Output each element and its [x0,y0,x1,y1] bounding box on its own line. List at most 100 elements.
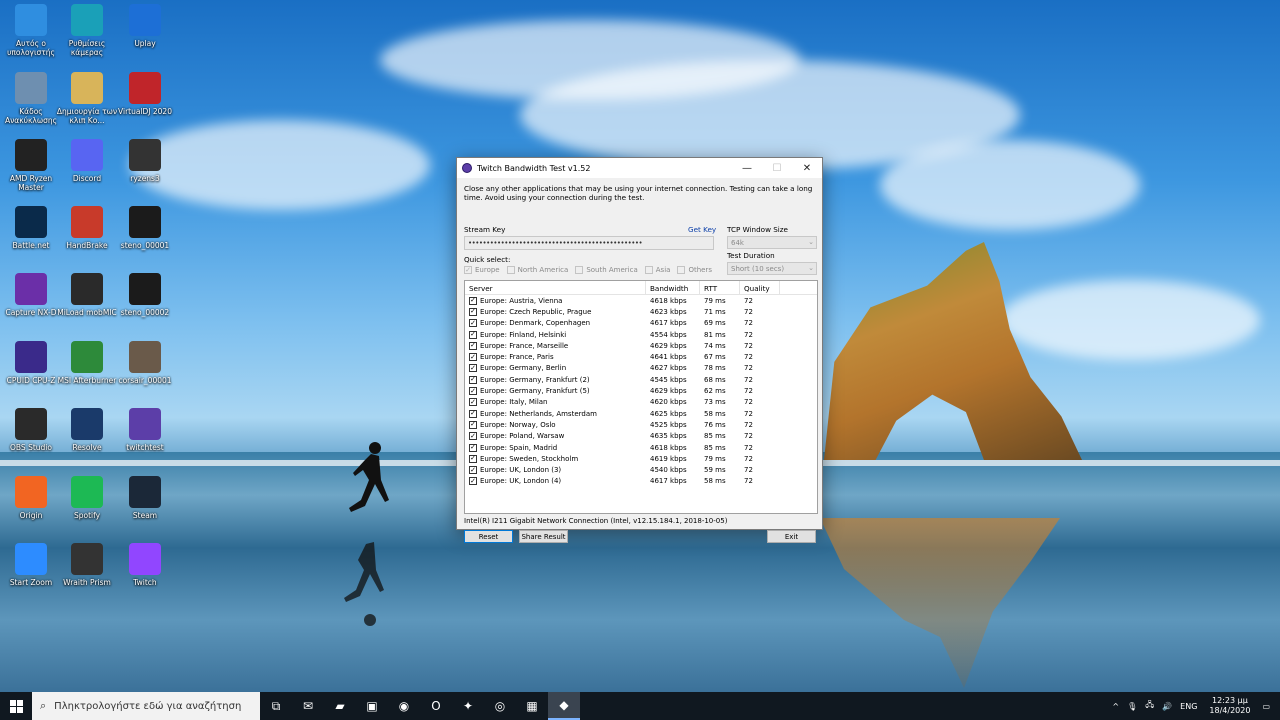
server-cell: ✓ Europe: Italy, Milan [465,398,646,407]
desktop-shortcut[interactable]: Twitch [114,543,176,587]
desktop-shortcut[interactable]: Κάδος Ανακύκλωσης [0,72,62,125]
desktop-shortcut[interactable]: MiLoad mobMIC [56,273,118,317]
server-cell: ✓ Europe: France, Paris [465,353,646,362]
server-checkbox[interactable]: ✓ [469,307,477,316]
table-row[interactable]: ✓ Europe: Germany, Frankfurt (2) 4545 kbps… [465,374,817,385]
table-row[interactable]: ✓ Europe: Denmark, Copenhagen 4617 kbps 69 … [465,318,817,329]
table-row[interactable]: ✓ Europe: Poland, Warsaw 4635 kbps 85 ms 72 [465,431,817,442]
taskbar-search-box[interactable]: ⌕ Πληκτρολογήστε εδώ για αναζήτηση [32,692,260,720]
share-result-button[interactable]: Share Result [519,530,568,543]
taskbar-store-icon[interactable]: ▣ [356,692,388,720]
server-checkbox[interactable]: ✓ [469,341,477,350]
desktop-shortcut[interactable]: Start Zoom [0,543,62,587]
stream-key-input[interactable]: ••••••••••••••••••••••••••••••••••••••••… [464,236,714,250]
table-row[interactable]: ✓ Europe: France, Marseille 4629 kbps 74 ms… [465,340,817,351]
notifications-icon[interactable]: ▭ [1262,702,1270,711]
column-header-rtt[interactable]: RTT [700,281,740,294]
desktop-shortcut[interactable]: Resolve [56,408,118,452]
table-row[interactable]: ✓ Europe: Austria, Vienna 4618 kbps 79 ms 72 [465,295,817,306]
input-language[interactable]: ENG [1180,702,1197,711]
show-hidden-icons-chevron-icon[interactable]: ^ [1112,702,1119,711]
taskbar-task-view-icon[interactable]: ⧉ [260,692,292,720]
table-row[interactable]: ✓ Europe: Netherlands, Amsterdam 4625 kbps… [465,408,817,419]
table-row[interactable]: ✓ Europe: Finland, Helsinki 4554 kbps 81 ms… [465,329,817,340]
volume-icon[interactable]: 🔊 [1162,702,1172,711]
server-table[interactable]: Server Bandwidth RTT Quality ✓ Europe: Au… [464,280,818,514]
server-checkbox[interactable]: ✓ [469,398,477,407]
desktop-shortcut[interactable]: HandBrake [56,206,118,250]
server-checkbox[interactable]: ✓ [469,353,477,362]
desktop-shortcut[interactable]: steno_00002 [114,273,176,317]
taskbar-battlenet-icon[interactable]: ✦ [452,692,484,720]
table-row[interactable]: ✓ Europe: Czech Republic, Prague 4623 kbps… [465,306,817,317]
column-header-server[interactable]: Server [465,281,646,294]
start-button[interactable] [0,692,32,720]
server-checkbox[interactable]: ✓ [469,387,477,396]
desktop-shortcut[interactable]: Steam [114,476,176,520]
desktop-shortcut[interactable]: steno_00001 [114,206,176,250]
desktop-shortcut[interactable]: Uplay [114,4,176,48]
desktop-shortcut-label: VirtualDJ 2020 [118,107,172,116]
server-checkbox[interactable]: ✓ [469,454,477,463]
desktop-shortcut[interactable]: ryzens3 [114,139,176,183]
server-checkbox[interactable]: ✓ [469,420,477,429]
desktop-shortcut[interactable]: AMD Ryzen Master [0,139,62,192]
title-bar[interactable]: Twitch Bandwidth Test v1.52 — ☐ ✕ [457,158,822,178]
desktop-shortcut[interactable]: corsair_00001 [114,341,176,385]
table-row[interactable]: ✓ Europe: France, Paris 4641 kbps 67 ms 72 [465,351,817,362]
column-header-bandwidth[interactable]: Bandwidth [646,281,700,294]
table-row[interactable]: ✓ Europe: UK, London (4) 4617 kbps 58 ms 72 [465,476,817,487]
taskbar-opera-icon[interactable]: O [420,692,452,720]
desktop-shortcut-label: AMD Ryzen Master [9,174,53,192]
desktop-shortcut[interactable]: Δημιουργία των κλιπ Κο... [56,72,118,125]
desktop-shortcut[interactable]: VirtualDJ 2020 [114,72,176,116]
clock[interactable]: 12:23 μμ 18/4/2020 [1209,696,1250,716]
desktop-shortcut[interactable]: OBS Studio [0,408,62,452]
server-checkbox[interactable]: ✓ [469,409,477,418]
desktop-shortcut[interactable]: Ρυθμίσεις κάμερας [56,4,118,57]
reset-button[interactable]: Reset [464,530,513,543]
server-checkbox[interactable]: ✓ [469,466,477,475]
desktop-shortcut[interactable]: CPUID CPU-Z [0,341,62,385]
taskbar-app-icon[interactable]: ▦ [516,692,548,720]
desktop-shortcut[interactable]: Capture NX-D [0,273,62,317]
server-checkbox[interactable]: ✓ [469,477,477,486]
table-row[interactable]: ✓ Europe: Germany, Frankfurt (5) 4629 kbps… [465,385,817,396]
server-checkbox[interactable]: ✓ [469,364,477,373]
microphone-icon[interactable]: 🎙 [1127,702,1137,711]
taskbar-chrome-icon[interactable]: ◉ [388,692,420,720]
exit-button[interactable]: Exit [767,530,816,543]
desktop-shortcut[interactable]: Battle.net [0,206,62,250]
ryzen-master-icon [15,139,47,171]
quality-cell: 72 [744,307,753,316]
desktop-shortcut[interactable]: Origin [0,476,62,520]
server-checkbox[interactable]: ✓ [469,330,477,339]
desktop-shortcut[interactable]: Spotify [56,476,118,520]
server-checkbox[interactable]: ✓ [469,296,477,305]
taskbar-file-explorer-icon[interactable]: ▰ [324,692,356,720]
table-row[interactable]: ✓ Europe: Sweden, Stockholm 4619 kbps 79 ms… [465,453,817,464]
server-checkbox[interactable]: ✓ [469,443,477,452]
table-row[interactable]: ✓ Europe: Germany, Berlin 4627 kbps 78 ms 72 [465,363,817,374]
taskbar-twitchtest-icon[interactable]: ◆ [548,692,580,720]
desktop-shortcut[interactable]: twitchtest [114,408,176,452]
taskbar-mail-icon[interactable]: ✉ [292,692,324,720]
network-icon[interactable]: 🖧 [1145,699,1154,713]
server-checkbox[interactable]: ✓ [469,432,477,441]
get-key-link[interactable]: Get Key [688,225,716,234]
close-button[interactable]: ✕ [792,158,822,178]
server-checkbox[interactable]: ✓ [469,319,477,328]
table-row[interactable]: ✓ Europe: Norway, Oslo 4525 kbps 76 ms 72 [465,419,817,430]
desktop-shortcut[interactable]: Wraith Prism [56,543,118,587]
server-name: Europe: UK, London (4) [480,477,562,486]
desktop-shortcut[interactable]: Αυτός ο υπολογιστής [0,4,62,57]
desktop-shortcut[interactable]: MSI Afterburner [56,341,118,385]
desktop-shortcut[interactable]: Discord [56,139,118,183]
minimize-button[interactable]: — [732,158,762,178]
server-checkbox[interactable]: ✓ [469,375,477,384]
taskbar-obs-icon[interactable]: ◎ [484,692,516,720]
column-header-quality[interactable]: Quality [740,281,780,294]
table-row[interactable]: ✓ Europe: Italy, Milan 4620 kbps 73 ms 72 [465,397,817,408]
table-row[interactable]: ✓ Europe: UK, London (3) 4540 kbps 59 ms 72 [465,464,817,475]
table-row[interactable]: ✓ Europe: Spain, Madrid 4618 kbps 85 ms 72 [465,442,817,453]
